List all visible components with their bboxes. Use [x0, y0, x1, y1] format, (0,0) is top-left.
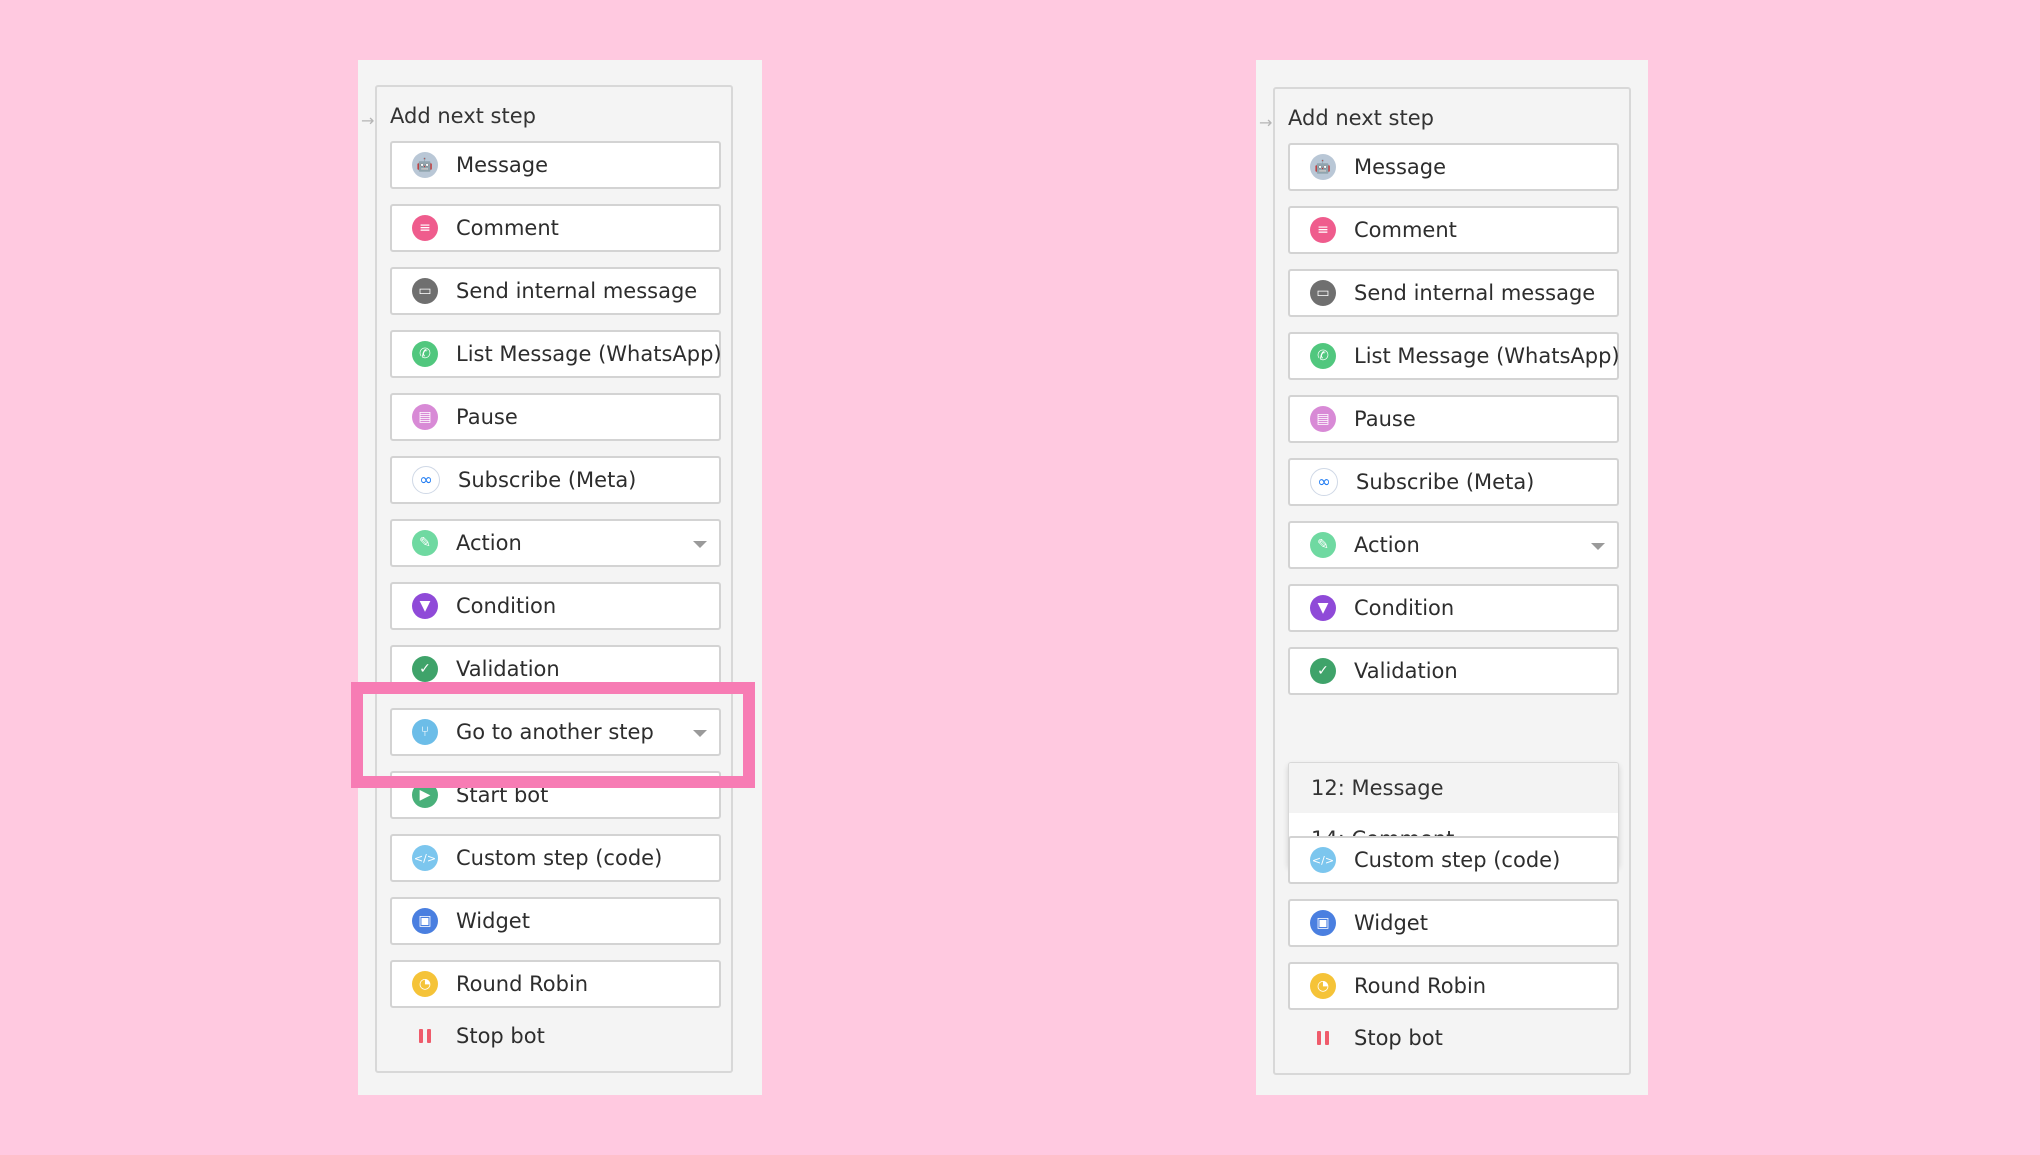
step-option-validation[interactable]: ✓ Validation — [390, 645, 721, 693]
step-option-pause[interactable]: ▤ Pause — [1288, 395, 1619, 443]
add-next-step-card: → Add next step 🤖 Message ≡ Comment ▭ Se… — [1259, 87, 1631, 1075]
whatsapp-icon: ✆ — [412, 341, 438, 367]
step-option-validation[interactable]: ✓ Validation — [1288, 647, 1619, 695]
step-option-label: List Message (WhatsApp) — [1354, 344, 1620, 368]
widget-icon: ▣ — [1310, 910, 1336, 936]
step-option-pause[interactable]: ▤ Pause — [390, 393, 721, 441]
step-option-label: Condition — [456, 594, 557, 618]
funnel-icon: ▼ — [412, 593, 438, 619]
widget-icon: ▣ — [412, 908, 438, 934]
whatsapp-icon: ✆ — [1310, 343, 1336, 369]
step-option-start-bot[interactable]: ▶ Start bot — [390, 771, 721, 819]
stop-icon — [1310, 1025, 1336, 1051]
check-icon: ✓ — [1310, 658, 1336, 684]
step-option-label: Message — [456, 153, 549, 177]
round-robin-icon: ◔ — [412, 971, 438, 997]
step-option-list-message-whatsapp[interactable]: ✆ List Message (WhatsApp) — [1288, 332, 1620, 380]
meta-icon: ∞ — [1310, 468, 1338, 496]
step-option-widget[interactable]: ▣ Widget — [390, 897, 721, 945]
step-option-label: Stop bot — [1354, 1026, 1443, 1050]
step-option-label: Comment — [1354, 218, 1457, 242]
step-option-comment[interactable]: ≡ Comment — [1288, 206, 1619, 254]
step-option-label: Pause — [456, 405, 518, 429]
step-option-label: Comment — [456, 216, 559, 240]
step-option-label: Message — [1354, 155, 1447, 179]
check-icon: ✓ — [412, 656, 438, 682]
step-option-label: Validation — [1354, 659, 1458, 683]
step-option-stop-bot[interactable]: Stop bot — [390, 1012, 721, 1060]
step-option-label: Condition — [1354, 596, 1455, 620]
chevron-down-icon[interactable] — [693, 541, 707, 548]
step-option-send-internal-message[interactable]: ▭ Send internal message — [390, 267, 721, 315]
step-option-comment[interactable]: ≡ Comment — [390, 204, 721, 252]
step-panel-left: → Add next step 🤖 Message ≡ Comment ▭ Se… — [358, 60, 762, 1095]
step-option-message[interactable]: 🤖 Message — [1288, 143, 1619, 191]
play-icon: ▶ — [412, 782, 438, 808]
round-robin-icon: ◔ — [1310, 973, 1336, 999]
step-option-round-robin[interactable]: ◔ Round Robin — [1288, 962, 1619, 1010]
panel-heading: Add next step — [1288, 106, 1434, 130]
stop-icon — [412, 1023, 438, 1049]
step-option-label: List Message (WhatsApp) — [456, 342, 722, 366]
connector-arrow-icon: → — [361, 111, 375, 130]
step-option-subscribe-meta[interactable]: ∞ Subscribe (Meta) — [1288, 458, 1619, 506]
step-option-subscribe-meta[interactable]: ∞ Subscribe (Meta) — [390, 456, 721, 504]
chat-bubble-icon: ▭ — [412, 278, 438, 304]
step-option-list-message-whatsapp[interactable]: ✆ List Message (WhatsApp) — [390, 330, 722, 378]
step-option-go-to-another-step[interactable]: ⑂ Go to another step — [390, 708, 721, 756]
step-option-label: Go to another step — [456, 720, 654, 744]
dropdown-option[interactable]: 12: Message — [1289, 763, 1618, 813]
step-option-label: Start bot — [456, 783, 549, 807]
step-option-send-internal-message[interactable]: ▭ Send internal message — [1288, 269, 1619, 317]
connector-arrow-icon: → — [1259, 113, 1273, 132]
step-option-label: Widget — [456, 909, 530, 933]
step-option-message[interactable]: 🤖 Message — [390, 141, 721, 189]
step-option-custom-step-code[interactable]: </> Custom step (code) — [390, 834, 721, 882]
step-option-label: Stop bot — [456, 1024, 545, 1048]
code-icon: </> — [412, 845, 438, 871]
comment-icon: ≡ — [412, 215, 438, 241]
code-icon: </> — [1310, 847, 1336, 873]
pause-message-icon: ▤ — [1310, 406, 1336, 432]
pencil-icon: ✎ — [1310, 532, 1336, 558]
step-option-label: Widget — [1354, 911, 1428, 935]
step-option-action[interactable]: ✎ Action — [1288, 521, 1619, 569]
step-option-custom-step-code[interactable]: </> Custom step (code) — [1288, 836, 1619, 884]
step-option-label: Action — [456, 531, 522, 555]
step-option-label: Round Robin — [1354, 974, 1487, 998]
comment-icon: ≡ — [1310, 217, 1336, 243]
step-option-label: Send internal message — [1354, 281, 1596, 305]
add-next-step-card: → Add next step 🤖 Message ≡ Comment ▭ Se… — [361, 85, 733, 1073]
chat-bubble-icon: ▭ — [1310, 280, 1336, 306]
step-option-label: Custom step (code) — [1354, 848, 1561, 872]
robot-icon: 🤖 — [412, 152, 438, 178]
step-option-label: Round Robin — [456, 972, 589, 996]
step-option-round-robin[interactable]: ◔ Round Robin — [390, 960, 721, 1008]
step-panel-right: → Add next step 🤖 Message ≡ Comment ▭ Se… — [1256, 60, 1648, 1095]
chevron-down-icon[interactable] — [693, 730, 707, 737]
step-option-condition[interactable]: ▼ Condition — [390, 582, 721, 630]
step-option-label: Action — [1354, 533, 1420, 557]
funnel-icon: ▼ — [1310, 595, 1336, 621]
pencil-icon: ✎ — [412, 530, 438, 556]
step-option-stop-bot[interactable]: Stop bot — [1288, 1014, 1619, 1062]
pause-message-icon: ▤ — [412, 404, 438, 430]
chevron-down-icon[interactable] — [1591, 543, 1605, 550]
robot-icon: 🤖 — [1310, 154, 1336, 180]
step-option-widget[interactable]: ▣ Widget — [1288, 899, 1619, 947]
step-option-action[interactable]: ✎ Action — [390, 519, 721, 567]
panel-heading: Add next step — [390, 104, 536, 128]
step-option-label: Validation — [456, 657, 560, 681]
step-option-label: Custom step (code) — [456, 846, 663, 870]
step-option-label: Subscribe (Meta) — [1356, 470, 1535, 494]
step-option-label: Subscribe (Meta) — [458, 468, 637, 492]
step-option-label: Pause — [1354, 407, 1416, 431]
step-option-label: Send internal message — [456, 279, 698, 303]
branch-icon: ⑂ — [412, 719, 438, 745]
meta-icon: ∞ — [412, 466, 440, 494]
step-option-condition[interactable]: ▼ Condition — [1288, 584, 1619, 632]
